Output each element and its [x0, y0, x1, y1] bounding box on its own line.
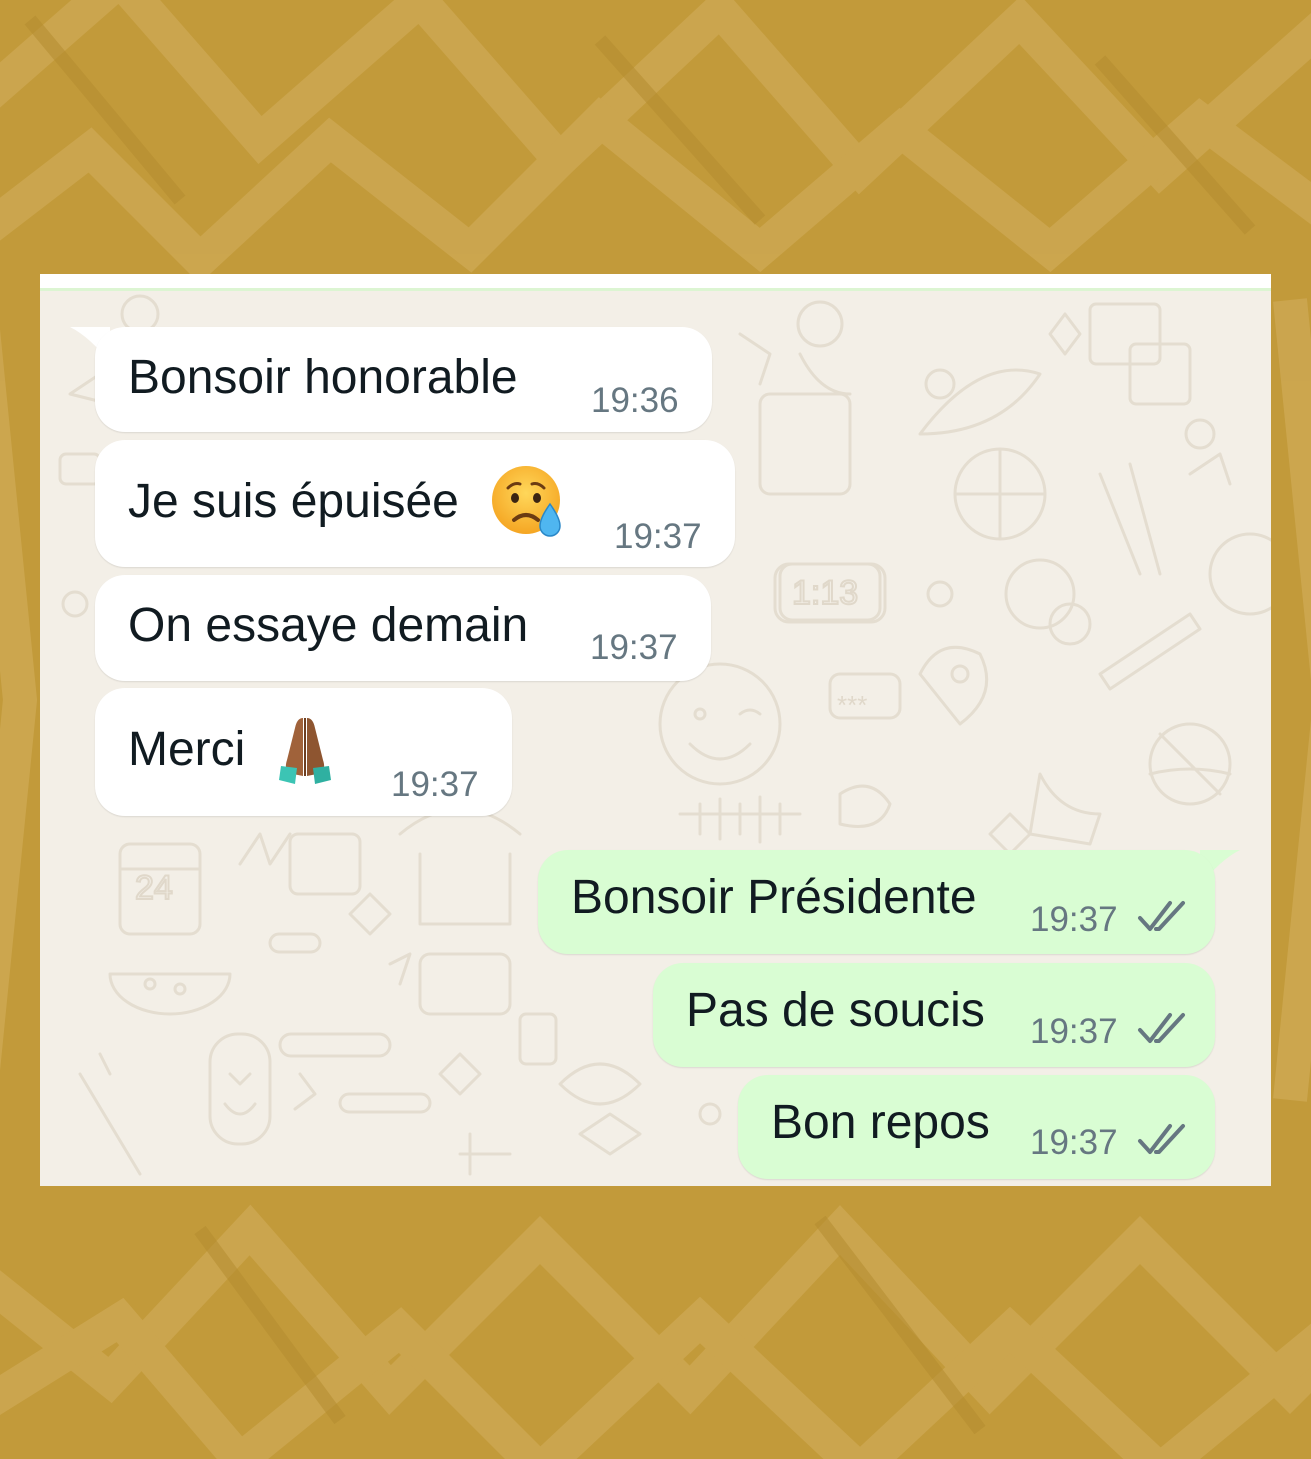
incoming-message-bubble[interactable]: Je suis épuisée 19:37	[95, 440, 735, 567]
message-timestamp: 19:37	[614, 517, 702, 556]
message-timestamp: 19:37	[1030, 1123, 1118, 1162]
message-text: Je suis épuisée	[128, 475, 459, 528]
message-timestamp: 19:37	[590, 628, 678, 667]
message-timestamp: 19:37	[1030, 1012, 1118, 1051]
incoming-message-bubble[interactable]: Bonsoir honorable 19:36	[95, 327, 712, 432]
read-double-check-icon	[1138, 1013, 1185, 1043]
outgoing-message-bubble[interactable]: Bonsoir Présidente 19:37	[538, 850, 1215, 954]
read-double-check-icon	[1138, 1124, 1185, 1154]
message-timestamp: 19:37	[1030, 900, 1118, 939]
outgoing-message-bubble[interactable]: Pas de soucis 19:37	[653, 963, 1215, 1067]
message-text: Merci	[128, 723, 246, 776]
wallpaper-calendar-text: 24	[135, 869, 173, 907]
message-text: Bon repos	[771, 1096, 990, 1149]
incoming-message-bubble[interactable]: On essaye demain 19:37	[95, 575, 711, 681]
wallpaper-clock-text: 1:13	[792, 574, 858, 612]
message-timestamp: 19:37	[391, 765, 479, 804]
folded-hands-emoji	[279, 718, 331, 784]
chat-panel: 1:13 24 *** Bonsoir honorable 19:36 Je s…	[40, 274, 1271, 1186]
outgoing-message-bubble[interactable]: Bon repos 19:37	[738, 1075, 1215, 1179]
message-timestamp: 19:36	[591, 381, 679, 420]
sad-relieved-face-emoji	[492, 466, 561, 537]
incoming-message-bubble[interactable]: Merci 19:37	[95, 688, 512, 816]
message-text: Bonsoir Présidente	[571, 871, 977, 924]
wallpaper-password-text: ***	[837, 690, 867, 720]
message-text: Bonsoir honorable	[128, 351, 518, 404]
read-double-check-icon	[1138, 901, 1185, 931]
message-text: On essaye demain	[128, 599, 529, 652]
message-text: Pas de soucis	[686, 984, 985, 1037]
